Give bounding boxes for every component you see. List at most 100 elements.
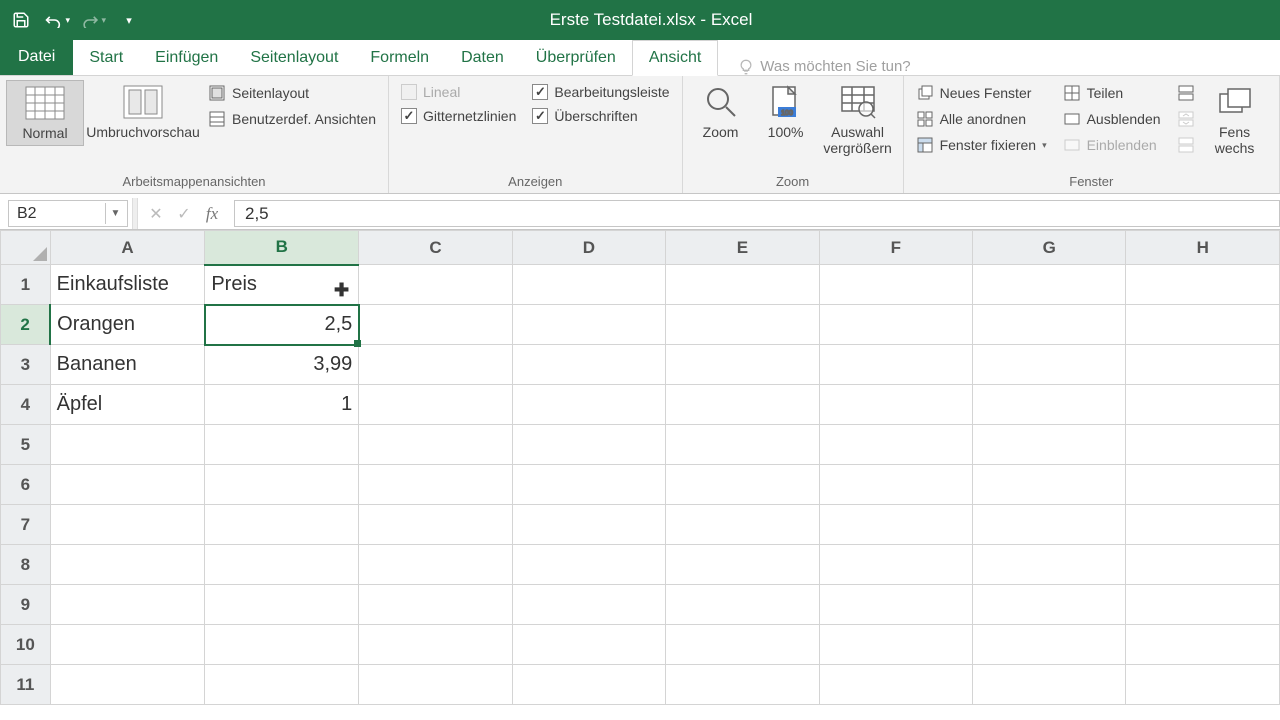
cell-A4[interactable]: Äpfel	[50, 385, 205, 425]
tab-seitenlayout[interactable]: Seitenlayout	[234, 41, 354, 75]
zoom-100-button[interactable]: 100 100%	[757, 80, 815, 144]
column-header-H[interactable]: H	[1126, 231, 1280, 265]
cell-G7[interactable]	[973, 505, 1126, 545]
tell-me-search[interactable]: Was möchten Sie tun?	[738, 58, 910, 75]
tab-ansicht[interactable]: Ansicht	[632, 40, 718, 76]
cell-C11[interactable]	[359, 665, 512, 705]
cell-D10[interactable]	[512, 625, 665, 665]
cell-D7[interactable]	[512, 505, 665, 545]
tab-start[interactable]: Start	[73, 41, 139, 75]
hide-button[interactable]: Ausblenden	[1061, 108, 1163, 130]
cell-A6[interactable]	[50, 465, 205, 505]
view-normal-button[interactable]: Normal	[6, 80, 84, 146]
cell-G1[interactable]	[973, 265, 1126, 305]
cell-A8[interactable]	[50, 545, 205, 585]
view-pagebreak-button[interactable]: Umbruchvorschau	[88, 80, 198, 144]
row-header-1[interactable]: 1	[1, 265, 51, 305]
cell-B8[interactable]	[205, 545, 359, 585]
cell-B11[interactable]	[205, 665, 359, 705]
cell-G4[interactable]	[973, 385, 1126, 425]
cell-H11[interactable]	[1126, 665, 1280, 705]
row-header-7[interactable]: 7	[1, 505, 51, 545]
side-by-side-button[interactable]	[1175, 82, 1197, 104]
reset-pos-button[interactable]	[1175, 134, 1197, 156]
row-header-4[interactable]: 4	[1, 385, 51, 425]
tab-daten[interactable]: Daten	[445, 41, 520, 75]
cell-B6[interactable]	[205, 465, 359, 505]
split-button[interactable]: Teilen	[1061, 82, 1163, 104]
cell-C5[interactable]	[359, 425, 512, 465]
qat-customize-icon[interactable]: ▾	[116, 7, 142, 33]
cell-E5[interactable]	[666, 425, 819, 465]
zoom-button[interactable]: Zoom	[689, 80, 753, 144]
cell-A7[interactable]	[50, 505, 205, 545]
view-pagelayout-button[interactable]: Seitenlayout	[206, 82, 378, 104]
cell-D6[interactable]	[512, 465, 665, 505]
cell-A5[interactable]	[50, 425, 205, 465]
cell-D1[interactable]	[512, 265, 665, 305]
column-header-A[interactable]: A	[50, 231, 205, 265]
row-header-2[interactable]: 2	[1, 305, 51, 345]
row-header-3[interactable]: 3	[1, 345, 51, 385]
cell-G11[interactable]	[973, 665, 1126, 705]
cell-D11[interactable]	[512, 665, 665, 705]
row-header-5[interactable]: 5	[1, 425, 51, 465]
row-header-8[interactable]: 8	[1, 545, 51, 585]
cell-C10[interactable]	[359, 625, 512, 665]
cell-E2[interactable]	[666, 305, 819, 345]
cell-D5[interactable]	[512, 425, 665, 465]
cell-G5[interactable]	[973, 425, 1126, 465]
tab-einfügen[interactable]: Einfügen	[139, 41, 234, 75]
cell-F9[interactable]	[819, 585, 972, 625]
cell-C8[interactable]	[359, 545, 512, 585]
cell-E4[interactable]	[666, 385, 819, 425]
cell-E9[interactable]	[666, 585, 819, 625]
row-header-9[interactable]: 9	[1, 585, 51, 625]
cell-E11[interactable]	[666, 665, 819, 705]
cell-G9[interactable]	[973, 585, 1126, 625]
cell-A9[interactable]	[50, 585, 205, 625]
cell-E7[interactable]	[666, 505, 819, 545]
cell-G6[interactable]	[973, 465, 1126, 505]
cell-F4[interactable]	[819, 385, 972, 425]
cell-C3[interactable]	[359, 345, 512, 385]
toggle-formulabar[interactable]: Bearbeitungsleiste	[530, 82, 671, 102]
cell-H6[interactable]	[1126, 465, 1280, 505]
cell-H1[interactable]	[1126, 265, 1280, 305]
cell-F6[interactable]	[819, 465, 972, 505]
cell-G3[interactable]	[973, 345, 1126, 385]
row-header-10[interactable]: 10	[1, 625, 51, 665]
zoom-selection-button[interactable]: Auswahl vergrößern	[819, 80, 897, 160]
cell-F7[interactable]	[819, 505, 972, 545]
cell-B7[interactable]	[205, 505, 359, 545]
select-all-corner[interactable]	[1, 231, 51, 265]
cell-B10[interactable]	[205, 625, 359, 665]
cell-B1[interactable]: Preis	[205, 265, 359, 305]
tab-formeln[interactable]: Formeln	[354, 41, 445, 75]
switch-windows-button[interactable]: Fens wechs	[1205, 80, 1265, 160]
cell-H5[interactable]	[1126, 425, 1280, 465]
cell-B3[interactable]: 3,99	[205, 345, 359, 385]
cell-H9[interactable]	[1126, 585, 1280, 625]
cell-F11[interactable]	[819, 665, 972, 705]
freeze-panes-button[interactable]: Fenster fixieren ▾	[914, 134, 1049, 156]
column-header-F[interactable]: F	[819, 231, 972, 265]
save-icon[interactable]	[8, 7, 34, 33]
row-header-6[interactable]: 6	[1, 465, 51, 505]
cell-F3[interactable]	[819, 345, 972, 385]
cell-F2[interactable]	[819, 305, 972, 345]
spreadsheet-grid[interactable]: ABCDEFGH1EinkaufslistePreis2Orangen2,53B…	[0, 230, 1280, 705]
column-header-G[interactable]: G	[973, 231, 1126, 265]
sync-scroll-button[interactable]	[1175, 108, 1197, 130]
cell-G8[interactable]	[973, 545, 1126, 585]
cell-E1[interactable]	[666, 265, 819, 305]
tab-überprüfen[interactable]: Überprüfen	[520, 41, 632, 75]
undo-icon[interactable]: ▾	[44, 7, 70, 33]
name-box-dropdown-icon[interactable]: ▼	[105, 203, 125, 224]
cell-A10[interactable]	[50, 625, 205, 665]
cell-H3[interactable]	[1126, 345, 1280, 385]
column-header-D[interactable]: D	[512, 231, 665, 265]
fx-button[interactable]: fx	[198, 204, 226, 224]
cell-A3[interactable]: Bananen	[50, 345, 205, 385]
cell-D4[interactable]	[512, 385, 665, 425]
